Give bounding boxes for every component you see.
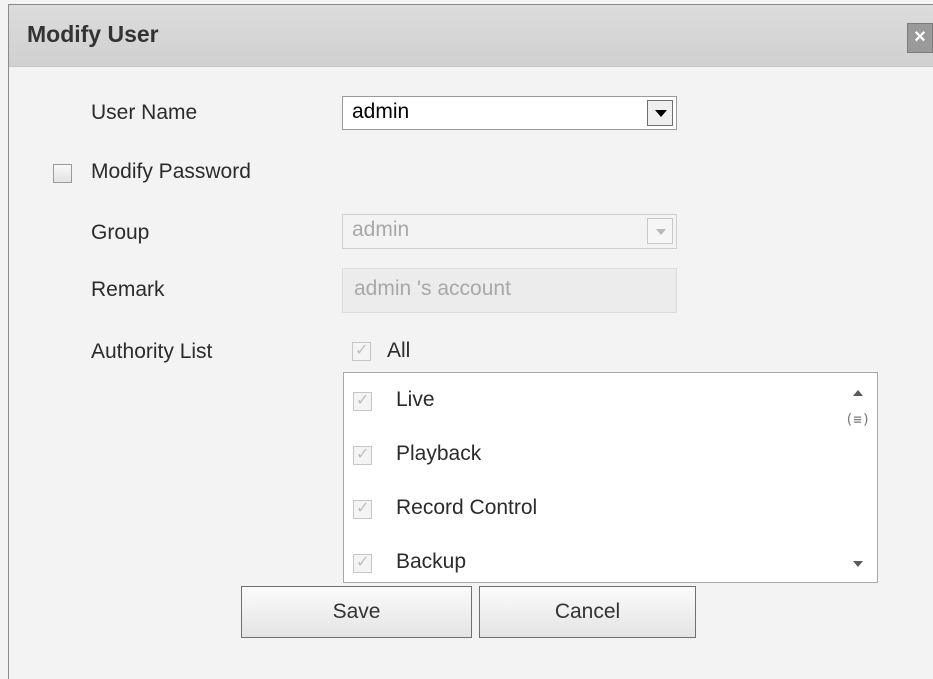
authority-item-label: Live [396,388,435,411]
dialog-titlebar: Modify User × [9,5,933,67]
authority-list-label: Authority List [91,340,213,363]
list-item[interactable]: Backup [344,544,834,582]
chevron-down-icon[interactable] [647,100,673,126]
remark-value: admin 's account [354,277,511,300]
all-checkbox[interactable] [352,340,371,361]
list-item[interactable]: Record Control [344,490,834,530]
modify-user-dialog: Modify User × User Name admin Modify Pas… [8,4,933,679]
authority-item-label: Playback [396,442,482,465]
user-name-value: admin [352,100,410,123]
user-name-select[interactable]: admin [342,96,677,130]
group-select[interactable]: admin [342,214,677,249]
group-value: admin [352,218,410,241]
chevron-down-icon[interactable] [647,218,673,244]
scroll-thumb[interactable]: (≡) [845,411,870,429]
list-scrollbar[interactable]: (≡) [841,373,877,582]
list-item[interactable]: Playback [344,436,834,476]
user-name-label: User Name [91,101,198,124]
remark-field[interactable]: admin 's account [342,268,677,313]
authority-checkbox[interactable] [353,444,372,465]
modify-password-checkbox[interactable] [53,164,72,183]
all-label[interactable]: All [387,339,410,363]
cancel-button[interactable]: Cancel [479,586,696,638]
authority-listbox[interactable]: Live Playback Record Control Backup (≡) [343,372,878,583]
authority-checkbox[interactable] [353,552,372,573]
authority-item-label: Record Control [396,496,538,519]
authority-item-label: Backup [396,550,467,573]
remark-label: Remark [91,278,165,301]
scroll-down-arrow-icon[interactable] [853,561,863,567]
list-item[interactable]: Live [344,382,834,422]
save-button[interactable]: Save [241,586,472,638]
dialog-title: Modify User [27,21,159,47]
scroll-up-arrow-icon[interactable] [853,390,863,396]
group-label: Group [91,221,150,244]
modify-password-label[interactable]: Modify Password [91,160,251,184]
authority-checkbox[interactable] [353,498,372,519]
authority-checkbox[interactable] [353,390,372,411]
close-icon[interactable]: × [907,23,933,53]
